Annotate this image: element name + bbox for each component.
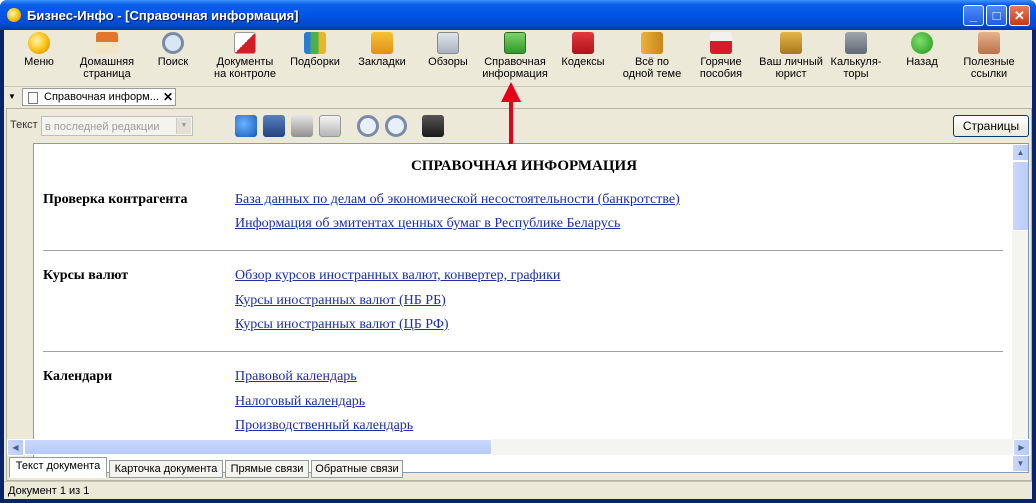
- toolbar-selections-button[interactable]: Подборки: [284, 32, 346, 84]
- zoom-out-icon[interactable]: [385, 115, 407, 137]
- text-label: Текст: [10, 119, 38, 131]
- scales-icon: [780, 32, 802, 54]
- toolbar-search-button[interactable]: Поиск: [152, 32, 194, 84]
- edition-select[interactable]: в последней редакции ▼: [41, 116, 193, 136]
- window-title: Бизнес-Инфо - [Справочная информация]: [27, 8, 299, 23]
- print-icon[interactable]: [291, 115, 313, 137]
- scroll-left-icon[interactable]: ◀: [7, 439, 24, 456]
- toolbar-back-button[interactable]: Назад: [900, 32, 944, 84]
- checklist-icon: [234, 32, 256, 54]
- binoculars-icon[interactable]: [422, 115, 444, 137]
- minimize-button[interactable]: _: [963, 5, 984, 26]
- word-export-icon[interactable]: [235, 115, 257, 137]
- toolbar-useful-links-button[interactable]: Полезные ссылки: [956, 32, 1022, 84]
- section-label-calendars: Календари: [43, 369, 113, 384]
- reviews-icon: [437, 32, 459, 54]
- section-label-counterparty: Проверка контрагента: [43, 192, 188, 207]
- toolbar-controlled-docs-button[interactable]: Документы на контроле: [207, 32, 283, 84]
- app-logo-icon: [7, 8, 21, 22]
- link-rates-cbrf[interactable]: Курсы иностранных валют (ЦБ РФ): [235, 317, 449, 333]
- status-bar: Документ 1 из 1: [4, 481, 1032, 499]
- maximize-button[interactable]: □: [986, 5, 1007, 26]
- document-content: СПРАВОЧНАЯ ИНФОРМАЦИЯ Проверка контраген…: [33, 143, 1029, 473]
- tab-document-card[interactable]: Карточка документа: [109, 460, 223, 478]
- section-divider: [43, 351, 1003, 352]
- back-arrow-icon: [911, 32, 933, 54]
- tab-backlinks[interactable]: Обратные связи: [311, 460, 403, 478]
- search-icon: [162, 32, 184, 54]
- tab-direct-links[interactable]: Прямые связи: [225, 460, 309, 478]
- toolbar-calculators-button[interactable]: Калькуля- торы: [828, 32, 884, 84]
- useful-links-icon: [978, 32, 1000, 54]
- hot-guides-icon: [710, 32, 732, 54]
- toolbar-menu-button[interactable]: Меню: [18, 32, 60, 84]
- vertical-scroll-thumb[interactable]: [1012, 161, 1028, 231]
- document-title: СПРАВОЧНАЯ ИНФОРМАЦИЯ: [410, 158, 638, 174]
- menu-icon: [28, 32, 50, 54]
- annotation-arrow: [509, 99, 513, 144]
- save-icon[interactable]: [263, 115, 285, 137]
- document-panel: Текст в последней редакции ▼ Страницы СП…: [6, 108, 1032, 481]
- document-toolbar: Текст в последней редакции ▼ Страницы: [7, 109, 1031, 141]
- app-window: Бизнес-Инфо - [Справочная информация] _ …: [0, 0, 1036, 503]
- title-bar[interactable]: Бизнес-Инфо - [Справочная информация] _ …: [0, 0, 1036, 30]
- preview-icon[interactable]: [319, 115, 341, 137]
- section-divider: [43, 250, 1003, 251]
- reference-chart-icon: [504, 32, 526, 54]
- binders-icon: [304, 32, 326, 54]
- link-bankruptcy-database[interactable]: База данных по делам об экономической не…: [235, 192, 680, 208]
- home-icon: [96, 32, 118, 54]
- toolbar-lawyer-button[interactable]: Ваш личный юрист: [754, 32, 828, 84]
- document-view-tabs: Текст документа Карточка документа Прямы…: [7, 457, 1031, 479]
- close-window-button[interactable]: ✕: [1009, 5, 1030, 26]
- toolbar-home-button[interactable]: Домашняя страница: [74, 32, 140, 84]
- link-currency-review[interactable]: Обзор курсов иностранных валют, конверте…: [235, 268, 560, 284]
- codes-icon: [572, 32, 594, 54]
- calculator-icon: [845, 32, 867, 54]
- link-production-calendar[interactable]: Производственный календарь: [235, 418, 413, 434]
- tab-document-text[interactable]: Текст документа: [9, 457, 107, 478]
- bookmarks-icon: [371, 32, 393, 54]
- tab-list-dropdown-icon[interactable]: ▼: [8, 92, 16, 101]
- pages-button[interactable]: Страницы: [953, 115, 1029, 137]
- main-toolbar: Меню Домашняя страница Поиск Документы н…: [4, 30, 1032, 84]
- chevron-down-icon[interactable]: ▼: [176, 118, 191, 134]
- vertical-scrollbar[interactable]: ▲ ▼: [1012, 144, 1028, 472]
- toolbar-reference-info-button[interactable]: Справочная информация: [480, 32, 550, 84]
- close-tab-icon[interactable]: ✕: [163, 90, 173, 104]
- document-tab[interactable]: Справочная информ... ✕: [22, 88, 176, 106]
- topic-icon: [641, 32, 663, 54]
- status-text: Документ 1 из 1: [8, 485, 90, 497]
- toolbar-reviews-button[interactable]: Обзоры: [424, 32, 472, 84]
- zoom-in-icon[interactable]: [357, 115, 379, 137]
- horizontal-scrollbar[interactable]: ◀ ▶: [7, 439, 1031, 456]
- scroll-up-icon[interactable]: ▲: [1012, 144, 1028, 161]
- toolbar-hot-guides-button[interactable]: Горячие пособия: [694, 32, 748, 84]
- toolbar-bookmarks-button[interactable]: Закладки: [353, 32, 411, 84]
- horizontal-scroll-thumb[interactable]: [24, 439, 492, 455]
- section-label-currency: Курсы валют: [43, 268, 129, 283]
- scroll-right-icon[interactable]: ▶: [1013, 439, 1030, 456]
- link-securities-issuers[interactable]: Информация об эмитентах ценных бумаг в Р…: [235, 216, 620, 232]
- link-rates-nbrb[interactable]: Курсы иностранных валют (НБ РБ): [235, 293, 446, 309]
- link-legal-calendar[interactable]: Правовой календарь: [235, 369, 357, 385]
- document-page-icon: [28, 92, 38, 104]
- toolbar-topic-button[interactable]: Всё по одной теме: [620, 32, 684, 84]
- link-tax-calendar[interactable]: Налоговый календарь: [235, 394, 365, 410]
- toolbar-codes-button[interactable]: Кодексы: [558, 32, 608, 84]
